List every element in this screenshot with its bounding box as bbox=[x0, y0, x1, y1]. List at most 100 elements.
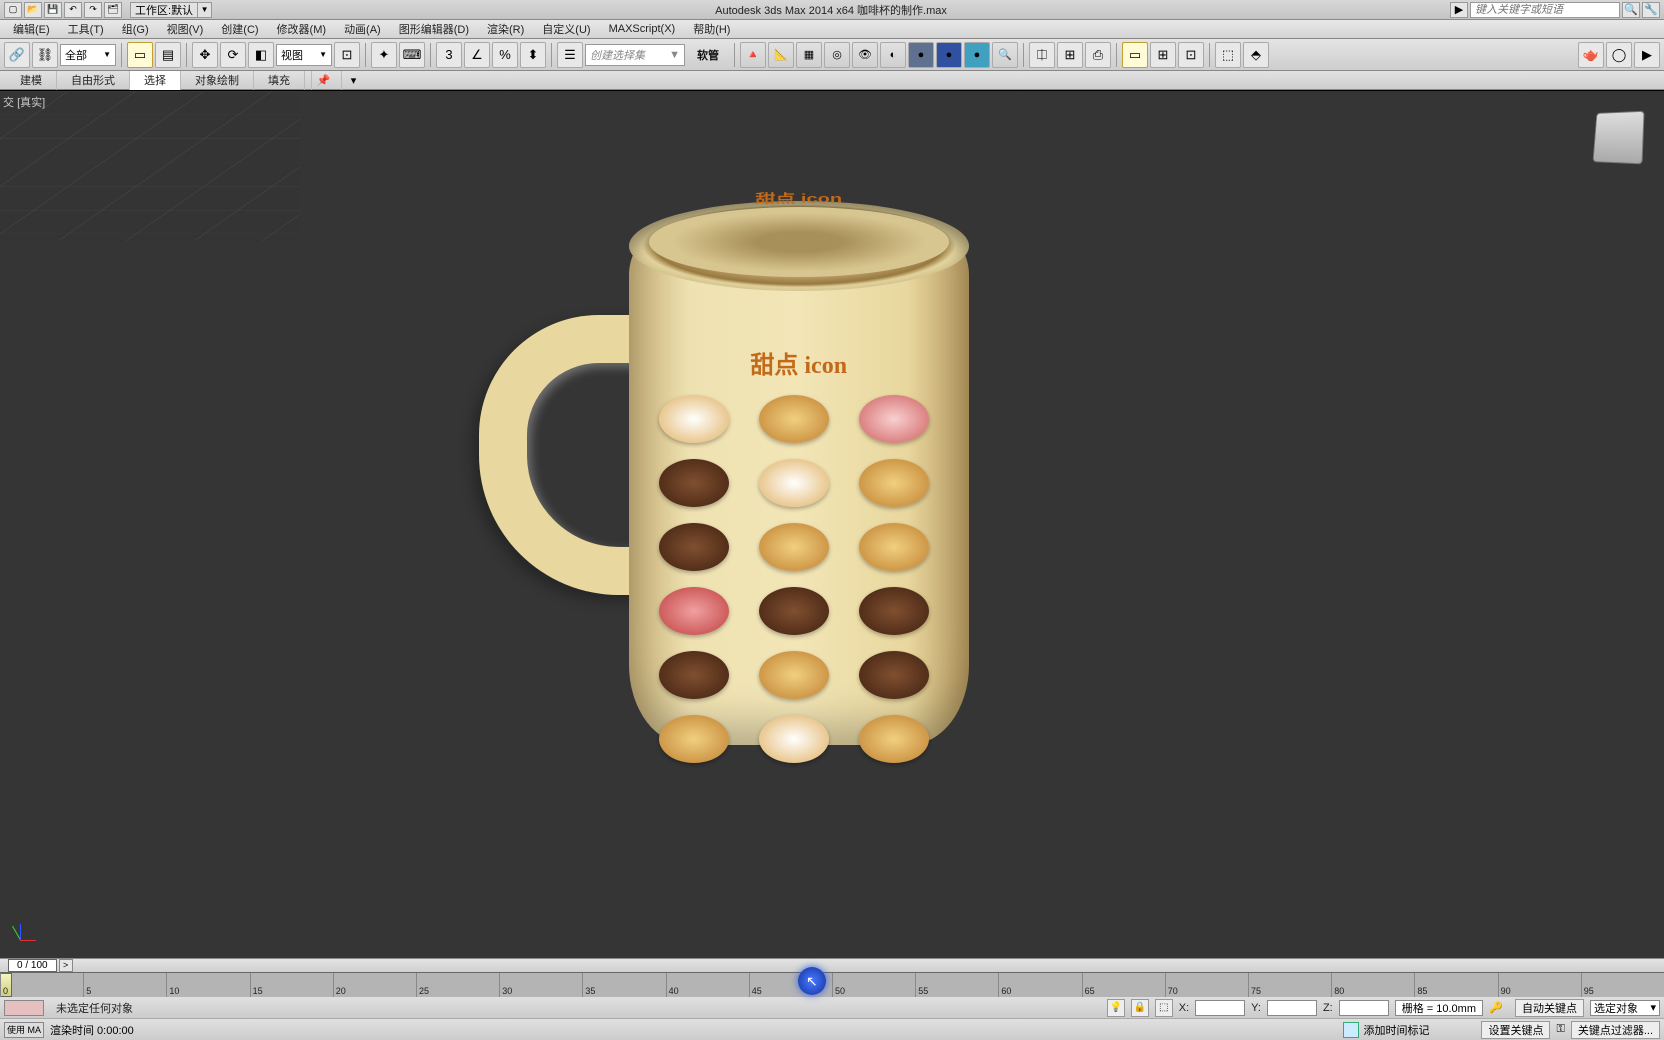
render-production-button[interactable]: 🔍 bbox=[992, 42, 1018, 68]
unlink-icon[interactable]: ⛓ bbox=[32, 42, 58, 68]
graphite-toggle[interactable]: ◎ bbox=[824, 42, 850, 68]
coord-y-input[interactable] bbox=[1267, 1000, 1317, 1016]
auto-key-button[interactable]: 自动关键点 bbox=[1515, 999, 1584, 1017]
menu-tools[interactable]: 工具(T) bbox=[59, 20, 113, 39]
frame-indicator[interactable]: 0 / 100 bbox=[8, 959, 57, 972]
reference-coord-dropdown[interactable]: 视图▼ bbox=[276, 44, 332, 66]
ribbon-tab-populate[interactable]: 填充 bbox=[254, 71, 305, 90]
chevron-down-icon: ▼ bbox=[669, 49, 680, 61]
save-file-icon[interactable]: 💾 bbox=[44, 2, 62, 18]
ribbon-tab-object-paint[interactable]: 对象绘制 bbox=[181, 71, 254, 90]
rendered-frame-button[interactable]: ● bbox=[964, 42, 990, 68]
viewport-layout-button[interactable]: ⊞ bbox=[1150, 42, 1176, 68]
ribbon-tab-modeling[interactable]: 建模 bbox=[6, 71, 57, 90]
schematic-view-button[interactable]: ◐ bbox=[880, 42, 906, 68]
curve-editor-button[interactable]: 👁 bbox=[852, 42, 878, 68]
autokey-swatch[interactable] bbox=[4, 1000, 44, 1016]
menu-customize[interactable]: 自定义(U) bbox=[533, 20, 599, 39]
material-editor-button[interactable]: ● bbox=[908, 42, 934, 68]
open-container-button[interactable]: ⬚ bbox=[1215, 42, 1241, 68]
add-time-tag[interactable]: 添加时间标记 bbox=[1343, 1022, 1429, 1038]
layer-manager-button[interactable]: ▦ bbox=[796, 42, 822, 68]
toggle-ribbon-button[interactable]: ▭ bbox=[1122, 42, 1148, 68]
time-slider-track[interactable]: ↖ 05101520253035404550556065707580859095… bbox=[0, 973, 1664, 997]
viewport[interactable]: 交 [真实] 甜点 icon 甜点 icon bbox=[0, 90, 1664, 958]
menu-animation[interactable]: 动画(A) bbox=[335, 20, 390, 39]
open-file-icon[interactable]: 📂 bbox=[24, 2, 42, 18]
isolate-selection-icon[interactable]: 🔒 bbox=[1131, 999, 1149, 1017]
menu-modifiers[interactable]: 修改器(M) bbox=[268, 20, 336, 39]
menu-rendering[interactable]: 渲染(R) bbox=[478, 20, 533, 39]
render-iterative-icon[interactable]: ◯ bbox=[1606, 42, 1632, 68]
key-filters-button[interactable]: 关键点过滤器... bbox=[1571, 1021, 1660, 1039]
project-folder-icon[interactable]: 🗂 bbox=[104, 2, 122, 18]
select-manipulate-button[interactable]: ✦ bbox=[371, 42, 397, 68]
selection-filter-dropdown[interactable]: 全部▼ bbox=[60, 44, 116, 66]
inherit-container-button[interactable]: ⬘ bbox=[1243, 42, 1269, 68]
snap-toggle-3d[interactable]: 3 bbox=[436, 42, 462, 68]
edit-named-sel-button[interactable]: ☰ bbox=[557, 42, 583, 68]
workspace-selector[interactable]: 工作区: 默认 ▼ bbox=[130, 2, 212, 18]
dessert-icon bbox=[659, 459, 729, 507]
menu-create[interactable]: 创建(C) bbox=[212, 20, 267, 39]
key-mode-dropdown[interactable]: 选定对象▾ bbox=[1590, 1000, 1660, 1016]
named-selection-dropdown[interactable]: 创建选择集▼ bbox=[585, 44, 685, 66]
selection-lock-icon[interactable]: ⬚ bbox=[1155, 999, 1173, 1017]
ribbon-pin-icon[interactable]: 📌 bbox=[311, 71, 335, 90]
selection-filter-value: 全部 bbox=[65, 47, 87, 63]
use-pivot-center-button[interactable]: ⊡ bbox=[334, 42, 360, 68]
workspace-dropdown-icon[interactable]: ▼ bbox=[198, 2, 212, 18]
viewport-label[interactable]: 交 [真实] bbox=[3, 94, 45, 110]
redo-icon[interactable]: ↷ bbox=[84, 2, 102, 18]
undo-icon[interactable]: ↶ bbox=[64, 2, 82, 18]
align-button[interactable]: 📐 bbox=[768, 42, 794, 68]
render-last-icon[interactable]: ▶ bbox=[1634, 42, 1660, 68]
ribbon-tab-freeform[interactable]: 自由形式 bbox=[57, 71, 130, 90]
scene-object-mug[interactable]: 甜点 icon 甜点 icon bbox=[629, 235, 969, 745]
time-tick: 25 bbox=[416, 973, 429, 997]
coord-z-input[interactable] bbox=[1339, 1000, 1389, 1016]
soft-hose-label: 软管 bbox=[687, 47, 729, 63]
menu-help[interactable]: 帮助(H) bbox=[684, 20, 739, 39]
array-button[interactable]: ⊞ bbox=[1057, 42, 1083, 68]
spinner-snap-toggle[interactable]: ⬍ bbox=[520, 42, 546, 68]
render-setup-button[interactable]: ● bbox=[936, 42, 962, 68]
select-object-button[interactable]: ▭ bbox=[127, 42, 153, 68]
select-and-move-button[interactable]: ✥ bbox=[192, 42, 218, 68]
time-slider[interactable]: ↖ 05101520253035404550556065707580859095… bbox=[0, 972, 1664, 996]
search-input[interactable] bbox=[1470, 2, 1620, 18]
frame-expand-button[interactable]: > bbox=[59, 959, 73, 972]
ribbon-expand-icon[interactable]: ▾ bbox=[341, 71, 365, 90]
select-and-rotate-button[interactable]: ⟳ bbox=[220, 42, 246, 68]
teapot-render-icon[interactable]: 🫖 bbox=[1578, 42, 1604, 68]
title-bar: ▢ 📂 💾 ↶ ↷ 🗂 工作区: 默认 ▼ Autodesk 3ds Max 2… bbox=[0, 0, 1664, 20]
help-icon[interactable]: 🔧 bbox=[1642, 2, 1660, 18]
percent-snap-toggle[interactable]: % bbox=[492, 42, 518, 68]
link-icon[interactable]: 🔗 bbox=[4, 42, 30, 68]
menu-graph-editors[interactable]: 图形编辑器(D) bbox=[390, 20, 478, 39]
search-icon[interactable]: 🔍 bbox=[1622, 2, 1640, 18]
set-key-button[interactable]: 设置关键点 bbox=[1481, 1021, 1550, 1039]
ribbon-tab-selection[interactable]: 选择 bbox=[130, 71, 181, 90]
menu-edit[interactable]: 编辑(E) bbox=[4, 20, 59, 39]
key-filters-icon[interactable]: ⚿ bbox=[1556, 1023, 1564, 1036]
menu-views[interactable]: 视图(V) bbox=[158, 20, 213, 39]
mirror-button[interactable]: 🔺 bbox=[740, 42, 766, 68]
keyboard-shortcut-toggle[interactable]: ⌨ bbox=[399, 42, 425, 68]
lock-selection-icon[interactable]: 💡 bbox=[1107, 999, 1125, 1017]
select-and-scale-button[interactable]: ◧ bbox=[248, 42, 274, 68]
snapshot-button[interactable]: ⎙ bbox=[1085, 42, 1111, 68]
menu-group[interactable]: 组(G) bbox=[113, 20, 158, 39]
infocenter-arrow-icon[interactable]: ▶ bbox=[1450, 2, 1468, 18]
quick-align-button[interactable]: ⎅ bbox=[1029, 42, 1055, 68]
manage-layers-button[interactable]: ⊡ bbox=[1178, 42, 1204, 68]
key-mode-icon[interactable]: 🔑 bbox=[1489, 1001, 1509, 1014]
maxscript-listener[interactable]: 使用 MA bbox=[4, 1022, 44, 1038]
select-by-name-button[interactable]: ▤ bbox=[155, 42, 181, 68]
viewcube[interactable] bbox=[1593, 111, 1645, 165]
angle-snap-toggle[interactable]: ∠ bbox=[464, 42, 490, 68]
new-file-icon[interactable]: ▢ bbox=[4, 2, 22, 18]
time-tick: 70 bbox=[1165, 973, 1178, 997]
coord-x-input[interactable] bbox=[1195, 1000, 1245, 1016]
menu-maxscript[interactable]: MAXScript(X) bbox=[600, 20, 685, 39]
